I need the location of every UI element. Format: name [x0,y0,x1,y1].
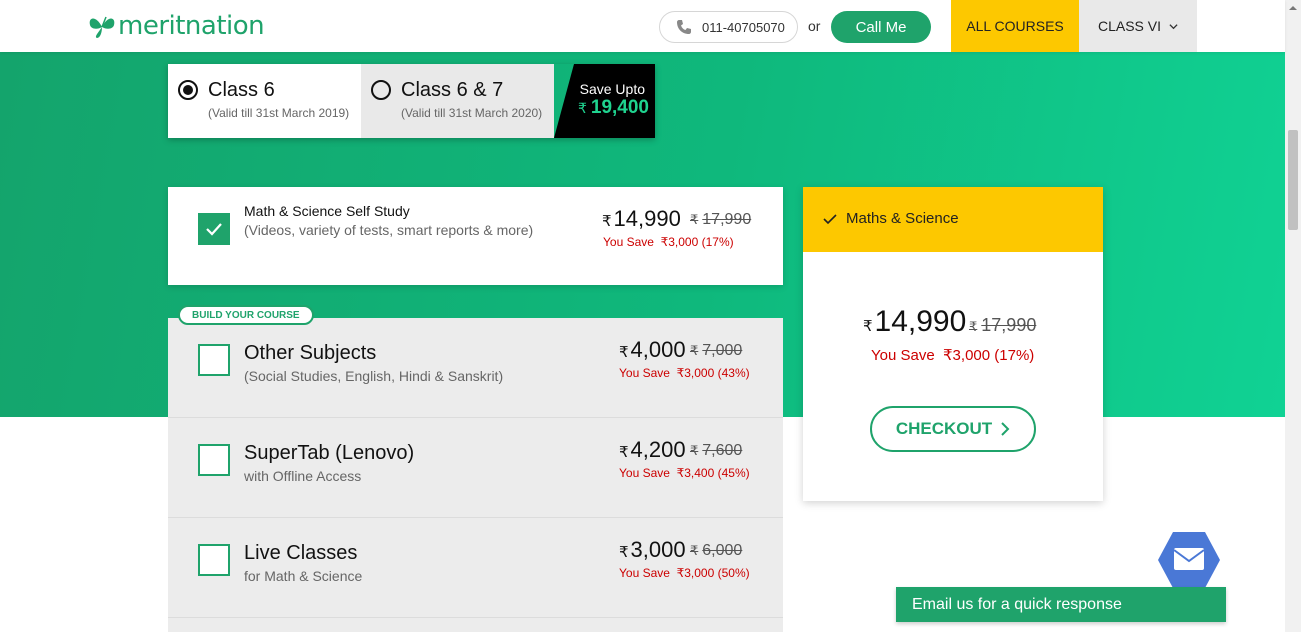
scroll-up-arrow-icon[interactable] [1285,0,1301,16]
class-option-class6-7[interactable]: Class 6 & 7 (Valid till 31st March 2020) [361,64,554,138]
order-summary: Maths & Science ₹14,990 ₹17,990 You Save… [803,187,1103,501]
class-selector: Class 6 (Valid till 31st March 2019) Cla… [168,64,655,138]
addon-subtitle: (Social Studies, English, Hindi & Sanskr… [244,368,504,384]
save-upto-banner: Save Upto ₹19,400 [554,64,655,138]
addon-subtitle: with Offline Access [244,468,362,484]
addon-subtitle: for Math & Science [244,568,363,584]
course-title: Math & Science Self Study [244,203,410,219]
addon-title: Live Classes [244,542,358,564]
or-text: or [808,18,821,34]
addon-title: SuperTab (Lenovo) [244,442,415,464]
addon-card-partial [168,618,783,632]
addon-you-save: You Save ₹3,000 (43%) [619,366,750,380]
build-your-course-badge: BUILD YOUR COURSE [178,305,314,325]
chevron-right-icon [1001,422,1010,436]
addon-price: ₹4,200 [619,437,686,462]
phone-number: 011-40705070 [702,19,785,35]
course-card-main: Math & Science Self Study (Videos, varie… [168,187,783,285]
summary-header: Maths & Science [803,187,1103,252]
class-option-validity: (Valid till 31st March 2019) [208,106,350,120]
addon-you-save: You Save ₹3,000 (50%) [619,566,750,580]
course-price: ₹14,990 [602,206,681,231]
phone-number-pill[interactable]: 011-40705070 [659,11,798,43]
addon-checkbox[interactable] [198,344,230,376]
meritnation-logo[interactable]: meritnation [88,8,265,44]
butterfly-logo-icon [89,16,115,38]
addon-card-other-subjects: Other Subjects (Social Studies, English,… [168,318,783,418]
course-you-save: You Save ₹3,000 (17%) [603,235,734,249]
call-me-button[interactable]: Call Me [831,11,931,43]
summary-selection: Maths & Science [846,210,959,227]
class-dropdown[interactable]: CLASS VI [1079,0,1197,52]
class-dropdown-label: CLASS VI [1097,18,1162,34]
page-scrollbar[interactable] [1285,0,1301,632]
all-courses-button[interactable]: ALL COURSES [951,0,1079,52]
save-upto-label: Save Upto [579,81,645,97]
addon-checkbox[interactable] [198,544,230,576]
class-option-name: Class 6 [208,79,275,101]
logo-text: meritnation [118,11,265,41]
phone-icon [677,20,691,34]
class-option-name: Class 6 & 7 [401,79,504,101]
addon-old-price: ₹7,000 [690,342,743,359]
email-icon[interactable] [1157,531,1221,589]
summary-price: ₹14,990 [863,305,967,338]
class-option-validity: (Valid till 31st March 2020) [401,106,543,120]
top-header: meritnation 011-40705070 or Call Me ALL … [0,0,1285,52]
save-upto-amount: ₹19,400 [577,97,649,118]
checkout-button[interactable]: CHECKOUT [870,406,1036,452]
addon-card-supertab: SuperTab (Lenovo) with Offline Access ₹4… [168,418,783,518]
addon-card-live-classes: Live Classes for Math & Science ₹3,000 ₹… [168,518,783,618]
course-subtitle: (Videos, variety of tests, smart reports… [244,222,534,238]
addon-title: Other Subjects [244,342,377,364]
check-icon [206,223,222,236]
main-course-checkbox[interactable] [198,213,230,245]
addon-price: ₹4,000 [619,337,686,362]
radio-selected[interactable] [178,80,198,100]
email-quick-response-button[interactable]: Email us for a quick response [896,587,1226,622]
chevron-down-icon [1169,23,1178,29]
check-icon [823,214,837,225]
radio-unselected[interactable] [371,80,391,100]
course-old-price: ₹17,990 [690,211,752,228]
summary-old-price: ₹17,990 [969,315,1037,335]
scrollbar-thumb[interactable] [1288,130,1298,230]
addon-checkbox[interactable] [198,444,230,476]
checkout-label: CHECKOUT [895,419,993,438]
summary-you-save: You Save ₹3,000 (17%) [871,347,1035,364]
addon-old-price: ₹6,000 [690,542,743,559]
class-option-class6[interactable]: Class 6 (Valid till 31st March 2019) [168,64,361,138]
addon-old-price: ₹7,600 [690,442,743,459]
addon-you-save: You Save ₹3,400 (45%) [619,466,750,480]
addon-price: ₹3,000 [619,537,686,562]
